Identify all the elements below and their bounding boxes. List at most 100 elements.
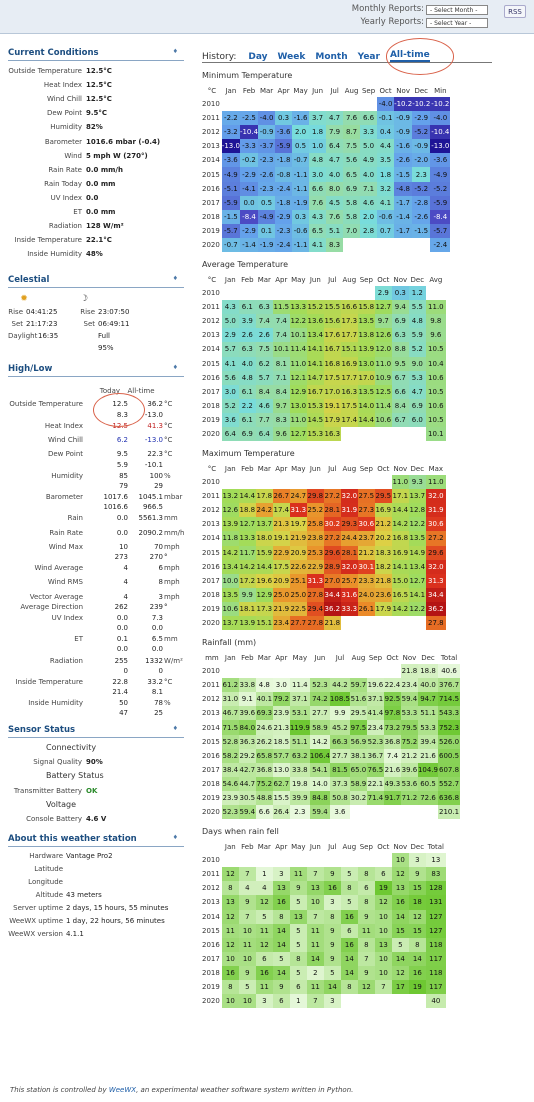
tab-month[interactable]: Month	[315, 52, 347, 62]
table-cell: 20.9	[272, 573, 290, 588]
condition-row: Radiation 128 W/m²	[8, 219, 184, 233]
table-cell: 32.0	[425, 489, 446, 504]
sun-icon: ✹	[20, 294, 28, 305]
year-label: 2010	[202, 667, 220, 676]
table-cell: 9	[357, 965, 375, 980]
month-header: Dec	[410, 275, 425, 284]
table-cell: 28.9	[323, 559, 341, 574]
table-cell: 15.3	[306, 426, 324, 442]
table-cell: 752.3	[438, 720, 461, 735]
table-row: 2019 3.6 6.1 7.7 8.3 11.0 14.5 17.9 17.4 14.4 10.6…	[202, 412, 446, 427]
condition-label: Inside Humidity	[27, 250, 82, 259]
table-cell: 210.1	[438, 805, 461, 820]
condition-value: 22.1°C	[86, 236, 112, 245]
tab-year[interactable]: Year	[358, 52, 380, 62]
unit-header: °C	[207, 464, 217, 473]
table-cell: 15.5	[323, 300, 341, 315]
month-header: Jun	[309, 275, 321, 284]
highlow-row: Rain Rate 0.0 2090.2 mm/h	[8, 525, 184, 539]
condition-label: Heat Index	[43, 81, 82, 90]
today-value: 0.1	[116, 635, 128, 644]
table-row: 2017 38.4 42.7 36.8 13.0 33.8 54.1 81.5 65.0 76.5…	[202, 762, 461, 777]
table-cell: 12	[255, 895, 273, 910]
alltime-value-secondary: 0.0	[151, 645, 163, 654]
year-label: 2017	[202, 576, 220, 585]
history-tables: Minimum Temperature °C Jan Feb Mar Apr May Jun J…	[202, 71, 492, 1009]
table-cell: 12.9	[289, 384, 307, 399]
table-cell: 3	[323, 994, 341, 1009]
table-cell: 32.0	[425, 559, 446, 574]
table-cell: -2.8	[412, 195, 431, 210]
weewx-link[interactable]: WeeWX	[109, 1086, 136, 1094]
year-select[interactable]: - Select Year -	[426, 18, 488, 28]
year-label: 2015	[202, 926, 220, 935]
table-cell: -5.2	[412, 181, 431, 196]
table-cell: 12	[391, 965, 409, 980]
table-cell: 16.8	[323, 356, 341, 371]
table-cell: 32.0	[340, 489, 358, 504]
table-cell: 10	[374, 909, 392, 924]
table-cell: 25.1	[289, 573, 307, 588]
unit-label: mph	[164, 542, 180, 551]
table-cell: 26.2	[255, 734, 273, 749]
condition-label: Barometer	[44, 137, 82, 146]
rss-button[interactable]: RSS	[504, 5, 526, 18]
table-cell: 8	[221, 979, 239, 995]
table-cell: 7.4	[255, 314, 273, 329]
table-cell: 30.5	[238, 790, 256, 806]
aggregate-header: Total	[440, 653, 458, 662]
month-header: Feb	[242, 86, 256, 95]
table-cell: 6.2	[255, 356, 273, 371]
table-cell: 8	[357, 937, 375, 952]
collapse-toggle-icon[interactable]: ♦	[173, 834, 178, 841]
highlow-label: UV Index	[51, 614, 83, 623]
month-header: Nov	[393, 842, 408, 851]
unit-header: °C	[207, 275, 217, 284]
today-value: 4	[123, 564, 128, 573]
table-cell: 6.9	[343, 181, 361, 196]
table-row: 2013 13.9 12.7 13.7 21.3 19.7 25.8 30.2 29.3 30.6…	[202, 517, 446, 532]
unit-header: °C	[207, 86, 217, 95]
table-cell: 11	[238, 937, 256, 952]
table-cell	[307, 475, 324, 489]
month-header: Feb	[241, 842, 254, 851]
table-cell: 75.2	[400, 734, 418, 749]
transmitter-battery-value: OK	[86, 786, 98, 795]
month-header: Apr	[277, 86, 290, 95]
year-label: 2017	[202, 387, 220, 396]
table-cell: 5.0	[360, 139, 378, 154]
table-cell: 128	[425, 881, 446, 896]
month-header: Nov	[393, 275, 408, 284]
month-header: Nov	[393, 464, 408, 473]
tab-day[interactable]: Day	[248, 52, 267, 62]
table-cell: 9.4	[391, 300, 409, 315]
table-cell: 17.7	[340, 370, 358, 385]
table-row: 2017 10 10 6 5 8 14 9 14 7 10 14 14 117	[202, 951, 446, 966]
table-cell: 30.1	[357, 559, 375, 574]
highlow-row: Humidity 85 100%	[8, 469, 184, 483]
table-cell: 9.1	[238, 692, 256, 707]
col-today: Today	[99, 387, 120, 396]
table-cell: 13.5	[357, 314, 375, 329]
collapse-toggle-icon[interactable]: ♦	[173, 48, 178, 55]
table-cell: 1.8	[377, 167, 395, 182]
table-cell: 6.9	[238, 426, 256, 442]
table-cell: 5	[340, 895, 358, 910]
table-row: 2016 5.6 4.8 5.7 7.1 12.1 14.7 17.5 17.7 17.0 10.9…	[202, 370, 446, 385]
table-cell: 9.3	[408, 475, 426, 490]
table-cell: 7.1	[360, 181, 378, 196]
condition-value: 12.5°C	[86, 81, 112, 90]
table-cell: -0.6	[292, 223, 310, 238]
table-cell: -2.2	[221, 111, 240, 126]
table-cell: -2.9	[239, 167, 259, 182]
table-cell: -0.9	[394, 111, 413, 126]
table-cell	[401, 805, 418, 819]
collapse-toggle-icon[interactable]: ♦	[173, 725, 178, 732]
month-select[interactable]: - Select Month -	[426, 5, 488, 15]
table-cell: -3.6	[221, 153, 240, 168]
table-cell: 3	[272, 867, 290, 882]
collapse-toggle-icon[interactable]: ♦	[173, 275, 178, 282]
table-cell: 15.6	[323, 314, 341, 329]
collapse-toggle-icon[interactable]: ♦	[173, 364, 178, 371]
tab-week[interactable]: Week	[278, 52, 306, 62]
